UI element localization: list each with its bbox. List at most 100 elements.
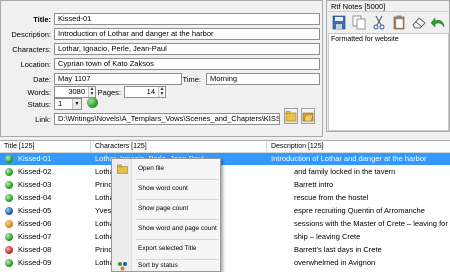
menu-item-export-selected-title[interactable]: Export selected Title: [113, 241, 219, 257]
column-header-description[interactable]: Description [125]: [267, 141, 450, 153]
row-description: and family locked in the tavern: [294, 167, 396, 176]
status-value: 1: [58, 99, 63, 108]
description-label: Description:: [11, 30, 51, 39]
link-label: Link:: [35, 115, 51, 124]
menu-item-label: Open file: [138, 165, 165, 172]
status-ball-icon: [5, 233, 13, 241]
pages-value: 14: [146, 87, 155, 96]
row-description: rescue from the hostel: [294, 193, 369, 202]
folder-icon: [117, 164, 128, 174]
table-row[interactable]: Kissed-03 Prince Barrett intro: [0, 179, 450, 191]
scene-list[interactable]: Title [125] Characters [125] Description…: [0, 140, 450, 272]
column-header-characters[interactable]: Characters [125]: [91, 141, 267, 153]
row-title: Kissed-06: [18, 219, 52, 228]
row-description: Barrett intro: [294, 180, 334, 189]
copy-button[interactable]: [350, 14, 368, 31]
context-menu: Open file Show word count Show page coun…: [111, 158, 221, 272]
open-folder-icon: [302, 112, 314, 122]
date-label: Date:: [33, 75, 51, 84]
time-field[interactable]: Morning: [206, 73, 320, 85]
menu-item-show-word-count[interactable]: Show word count: [113, 181, 219, 197]
status-select[interactable]: 1 ▼: [54, 98, 82, 110]
menu-separator: [136, 219, 218, 220]
paste-icon: [393, 15, 405, 30]
status-green-icon: [87, 97, 98, 108]
menu-separator: [136, 239, 218, 240]
folder-icon: [285, 111, 297, 122]
menu-item-show-page-count[interactable]: Show page count: [113, 201, 219, 217]
table-row[interactable]: Kissed-04 Lothar rescue from the hostel: [0, 192, 450, 204]
menu-separator: [136, 199, 218, 200]
title-field[interactable]: Kissed-01: [54, 13, 320, 25]
row-title: Kissed-05: [18, 206, 52, 215]
cut-button[interactable]: [370, 14, 388, 31]
undo-icon: [430, 17, 445, 28]
save-button[interactable]: [330, 14, 348, 31]
row-description: sessions with the Master of Crete – leav…: [294, 219, 449, 228]
row-description: Introduction of Lothar and danger at the…: [271, 154, 427, 163]
table-row[interactable]: Kissed-02 Lothar and family locked in th…: [0, 166, 450, 178]
link-field[interactable]: D:\Writings\Novels\A_Templars_Vows\Scene…: [54, 113, 280, 125]
description-field[interactable]: Introduction of Lothar and danger at the…: [54, 28, 320, 40]
location-label: Location:: [20, 60, 51, 69]
pages-spinner[interactable]: 14 ▲ ▼: [124, 86, 166, 98]
pages-label: Pages:: [97, 88, 121, 97]
rtf-notes-text: Formatted for website: [331, 36, 399, 43]
status-ball-icon: [5, 155, 13, 163]
menu-item-label: Show page count: [138, 205, 189, 212]
undo-button[interactable]: [430, 14, 448, 31]
chevron-down-icon[interactable]: ▼: [72, 99, 81, 109]
characters-label: Characters:: [12, 45, 51, 54]
table-row[interactable]: Kissed-06 Lothar sessions with the Maste…: [0, 218, 450, 230]
title-label: Title:: [33, 15, 51, 24]
open-link-button[interactable]: [301, 108, 315, 124]
scissors-icon: [373, 15, 385, 30]
menu-item-show-word-and-page-count[interactable]: Show word and page count: [113, 221, 219, 237]
characters-field[interactable]: Lothar, Ignacio, Perle, Jean-Paul: [54, 43, 320, 55]
menu-item-label: Export selected Title: [138, 245, 197, 252]
status-ball-icon: [5, 194, 13, 202]
copy-icon: [352, 15, 366, 30]
status-ball-icon: [5, 181, 13, 189]
pages-spin-arrows[interactable]: ▲ ▼: [158, 87, 165, 97]
row-description: overwhelmed in Avignon: [294, 258, 376, 267]
time-label: Time:: [182, 75, 201, 84]
words-label: Words:: [27, 88, 51, 97]
rtf-notes-title: Rtf Notes [5000]: [331, 2, 386, 11]
scene-form-panel: Title: Kissed-01 Description: Introducti…: [0, 0, 323, 137]
table-row[interactable]: Kissed-09 Lothar overwhelmed in Avignon: [0, 257, 450, 269]
menu-item-sort-by-status[interactable]: Sort by status: [113, 259, 219, 272]
status-ball-icon: [5, 207, 13, 215]
row-title: Kissed-02: [18, 167, 52, 176]
row-description: Barrett's last days in Crete: [294, 245, 382, 254]
table-row[interactable]: Kissed-01 Lothar, Ignacio, Perle, Jean-P…: [0, 153, 450, 165]
location-field[interactable]: Cyprian town of Kato Zaksos: [54, 58, 320, 70]
row-title: Kissed-04: [18, 193, 52, 202]
row-title: Kissed-03: [18, 180, 52, 189]
rtf-toolbar: [328, 11, 449, 33]
menu-item-open-file[interactable]: Open file: [113, 161, 219, 177]
paste-button[interactable]: [390, 14, 408, 31]
row-title: Kissed-07: [18, 232, 52, 241]
eraser-icon: [412, 17, 426, 29]
menu-item-label: Sort by status: [138, 262, 178, 269]
row-title: Kissed-01: [18, 154, 52, 163]
status-ball-icon: [5, 220, 13, 228]
table-row[interactable]: Kissed-05 Yves espre recruiting Quentin …: [0, 205, 450, 217]
rtf-notes-editor[interactable]: Formatted for website: [328, 33, 449, 131]
row-description: espre recruiting Quentin of Arromanche: [294, 206, 425, 215]
status-ball-icon: [5, 259, 13, 267]
status-ball-icon: [5, 168, 13, 176]
row-title: Kissed-09: [18, 258, 52, 267]
browse-folder-button[interactable]: [284, 108, 298, 124]
row-description: ship – leaving Crete: [294, 232, 361, 241]
rtf-notes-panel: Rtf Notes [5000] Formatted for website: [326, 0, 450, 132]
menu-separator: [136, 179, 218, 180]
sort-icon: [118, 262, 127, 271]
clear-button[interactable]: [410, 14, 428, 31]
save-icon: [332, 15, 346, 30]
status-ball-icon: [5, 246, 13, 254]
table-row[interactable]: Kissed-08 Prince Barrett's last days in …: [0, 244, 450, 256]
column-header-title[interactable]: Title [125]: [0, 141, 91, 153]
table-row[interactable]: Kissed-07 Lothar ship – leaving Crete: [0, 231, 450, 243]
